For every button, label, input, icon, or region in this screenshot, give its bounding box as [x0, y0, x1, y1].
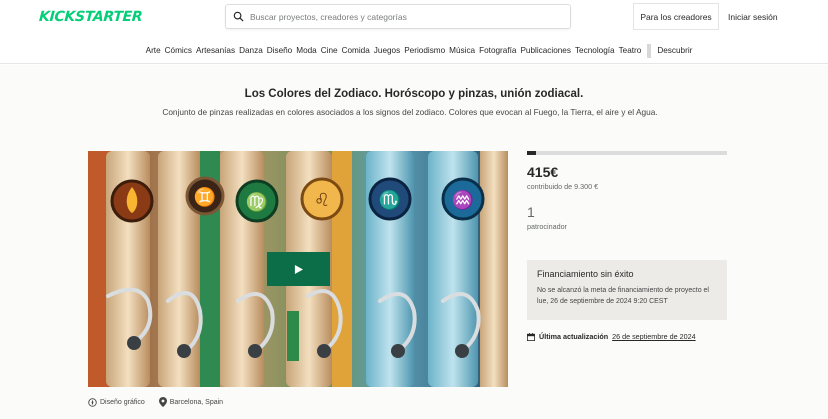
- last-updated-link[interactable]: 26 de septiembre de 2024: [612, 332, 696, 341]
- project-meta: Diseño gráfico Barcelona, Spain: [88, 397, 223, 407]
- category-item[interactable]: Arte: [144, 46, 163, 55]
- project-blurb: Conjunto de pinzas realizadas en colores…: [162, 107, 658, 117]
- category-item[interactable]: Tecnología: [573, 46, 617, 55]
- svg-text:♊: ♊: [194, 186, 216, 208]
- search-bar[interactable]: [225, 4, 571, 29]
- category-tag[interactable]: Diseño gráfico: [88, 397, 145, 407]
- svg-text:♏: ♏: [379, 189, 401, 211]
- funding-progress-fill: [527, 151, 536, 155]
- search-icon: [226, 11, 250, 22]
- status-description: No se alcanzó la meta de financiamiento …: [537, 287, 709, 305]
- location-tag[interactable]: Barcelona, Spain: [158, 397, 224, 407]
- play-button[interactable]: [267, 252, 330, 286]
- category-item[interactable]: Artesanías: [194, 46, 237, 55]
- backers-label: patrocinador: [527, 222, 567, 231]
- last-updated: Última actualización 26 de septiembre de…: [527, 332, 696, 341]
- funding-status-box: Financiamiento sin éxito No se alcanzó l…: [527, 260, 727, 320]
- play-icon: [294, 264, 303, 274]
- funding-goal: contribuido de 9.300 €: [527, 182, 599, 191]
- category-list: Arte Cómics Artesanías Danza Diseño Moda Cine C…: [134, 43, 695, 58]
- category-item[interactable]: Periodismo: [402, 46, 447, 55]
- backers-count: 1: [527, 204, 535, 220]
- top-header: KICKSTARTER Para los creadores Iniciar s…: [0, 0, 828, 33]
- category-item[interactable]: Danza: [237, 46, 265, 55]
- category-item[interactable]: Publicaciones: [518, 46, 573, 55]
- category-nav: Arte Cómics Artesanías Danza Diseño Moda Cine C…: [0, 38, 828, 64]
- svg-text:♌: ♌: [314, 190, 330, 211]
- calendar-icon: [527, 332, 535, 341]
- kickstarter-logo[interactable]: KICKSTARTER: [38, 9, 142, 25]
- location-label: Barcelona, Spain: [169, 398, 224, 406]
- category-item[interactable]: Teatro: [617, 46, 644, 55]
- for-creators-button[interactable]: Para los creadores: [633, 3, 719, 30]
- project-video[interactable]: ♊ ♍ ♌ ♏ ♒: [88, 151, 508, 387]
- category-item[interactable]: Música: [447, 46, 477, 55]
- svg-text:♒: ♒: [452, 189, 474, 211]
- category-divider: [647, 43, 652, 58]
- category-item[interactable]: Cómics: [163, 46, 194, 55]
- compass-icon: [88, 397, 97, 407]
- discover-link[interactable]: Descubrir: [655, 46, 694, 55]
- last-updated-label: Última actualización: [539, 332, 609, 341]
- status-title: Financiamiento sin éxito: [537, 269, 634, 279]
- location-pin-icon: [158, 397, 167, 407]
- funding-progress-bar: [527, 151, 727, 155]
- category-label: Diseño gráfico: [100, 398, 145, 406]
- project-title: Los Colores del Zodiaco. Horóscopo y pin…: [244, 88, 584, 100]
- category-item[interactable]: Juegos: [372, 46, 402, 55]
- search-input[interactable]: [250, 11, 550, 22]
- category-item[interactable]: Comida: [340, 46, 372, 55]
- category-item[interactable]: Diseño: [265, 46, 295, 55]
- category-item[interactable]: Moda: [294, 46, 318, 55]
- project-main: Los Colores del Zodiaco. Horóscopo y pin…: [0, 65, 828, 419]
- pledged-amount: 415€: [527, 164, 559, 180]
- category-item[interactable]: Fotografía: [477, 46, 518, 55]
- svg-text:♍: ♍: [246, 191, 268, 213]
- category-item[interactable]: Cine: [319, 46, 340, 55]
- login-link[interactable]: Iniciar sesión: [728, 3, 778, 30]
